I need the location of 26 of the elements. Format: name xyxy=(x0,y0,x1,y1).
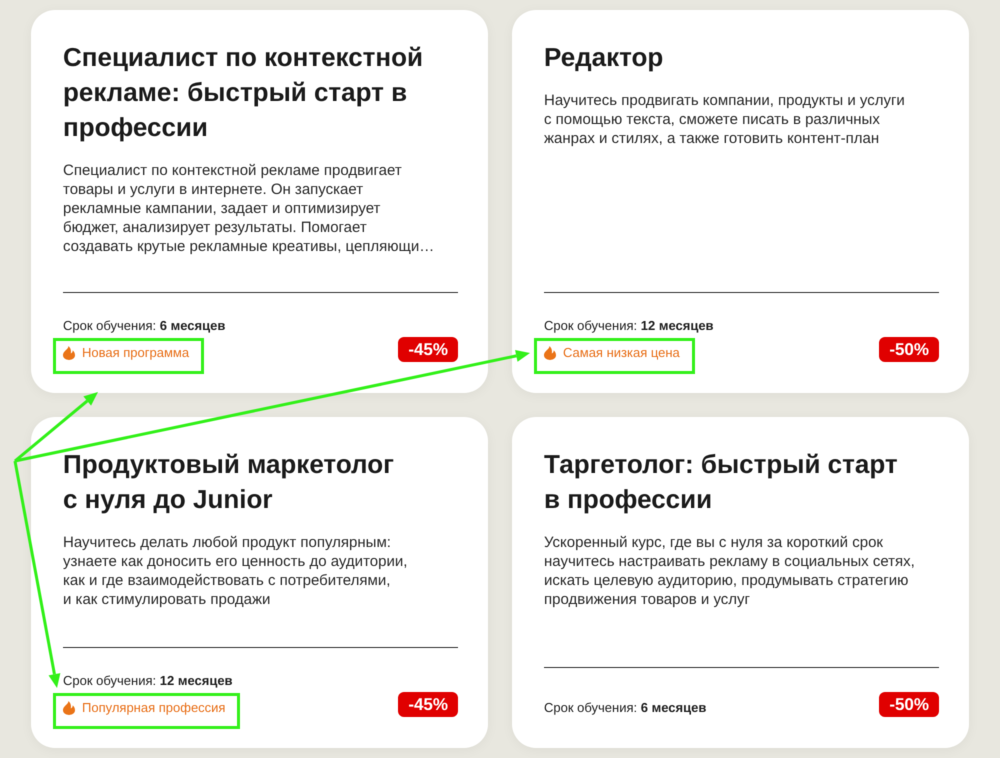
discount-badge: -50% xyxy=(879,337,939,362)
flame-icon xyxy=(63,346,75,360)
card-description: Ускоренный курс, где вы с нуля за короткий срок научитесь настраивать рекламу в социальных сетях, искать целевую аудиторию, продумывать стратегию продвижения товаров и услуг xyxy=(544,533,916,609)
duration-label: Срок обучения: xyxy=(63,318,156,333)
badge-text: Самая низкая цена xyxy=(563,344,680,362)
duration-label: Срок обучения: xyxy=(544,318,638,333)
duration-value: 6 месяцев xyxy=(160,318,226,333)
badge-text: Новая программа xyxy=(82,344,190,362)
card-description: Научитесь делать любой продукт популярным: узнаете как доносить его ценность до аудитории, как и где взаимодействовать с потребителями, и как стимулировать продажи xyxy=(63,533,408,609)
duration-label: Срок обучения: xyxy=(63,673,156,688)
card-title[interactable]: Продуктовый маркетолог с нуля до Junior xyxy=(63,447,458,517)
card-title[interactable]: Редактор xyxy=(544,40,939,75)
discount-badge: -50% xyxy=(879,692,939,717)
discount-badge: -45% xyxy=(398,337,458,362)
card-description: Научитесь продвигать компании, продукты и услуги с помощью текста, сможете писать в различных жанрах и стилях, а также готовить контент-план xyxy=(544,91,906,148)
card-title[interactable]: Специалист по контекстной рекламе: быстрый старт в профессии xyxy=(63,40,458,145)
duration-value: 12 месяцев xyxy=(640,318,714,333)
flame-icon xyxy=(63,701,75,715)
duration-value: 12 месяцев xyxy=(160,673,233,688)
card-title[interactable]: Таргетолог: быстрый старт в профессии xyxy=(544,447,939,517)
duration-value: 6 месяцев xyxy=(640,700,706,715)
flame-icon xyxy=(544,346,556,360)
duration-label: Срок обучения: xyxy=(544,700,638,715)
discount-badge: -45% xyxy=(398,692,458,717)
badge-text: Популярная профессия xyxy=(82,699,226,717)
card-description: Специалист по контекстной рекламе продвигает товары и услуги в интернете. Он запускает рекламные кампании, задает и оптимизирует бюджет, анализирует результаты. Помогает создавать крутые рекламные креативы, цепляющи… xyxy=(63,161,436,256)
